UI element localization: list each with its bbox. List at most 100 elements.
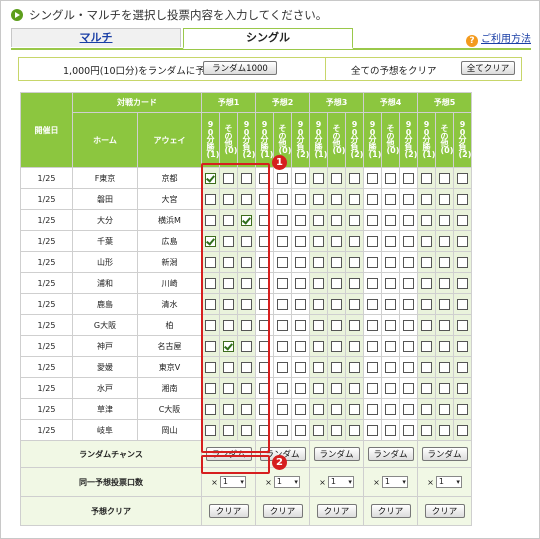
checkbox[interactable] bbox=[403, 361, 414, 373]
checkbox[interactable] bbox=[367, 172, 378, 184]
random-button[interactable]: ランダム bbox=[421, 447, 468, 461]
checkbox[interactable] bbox=[313, 277, 324, 289]
tab-single[interactable]: シングル bbox=[183, 28, 353, 49]
checkbox[interactable] bbox=[295, 403, 306, 415]
checkbox[interactable] bbox=[385, 403, 396, 415]
checkbox[interactable] bbox=[277, 340, 288, 352]
checkbox[interactable] bbox=[367, 214, 378, 226]
checkbox[interactable] bbox=[385, 172, 396, 184]
units-select[interactable]: 1 bbox=[381, 476, 408, 488]
checkbox[interactable] bbox=[439, 382, 450, 394]
checkbox[interactable] bbox=[457, 319, 468, 331]
checkbox[interactable] bbox=[403, 403, 414, 415]
checkbox[interactable] bbox=[421, 319, 432, 331]
help-link[interactable]: ? ご利用方法 bbox=[466, 30, 531, 47]
checkbox[interactable] bbox=[349, 256, 360, 268]
checkbox[interactable] bbox=[295, 424, 306, 436]
checkbox[interactable] bbox=[295, 172, 306, 184]
clear-button[interactable]: クリア bbox=[208, 504, 249, 518]
checkbox[interactable] bbox=[313, 382, 324, 394]
checkbox[interactable] bbox=[331, 277, 342, 289]
clear-button[interactable]: クリア bbox=[316, 504, 357, 518]
checkbox[interactable] bbox=[331, 424, 342, 436]
checkbox[interactable] bbox=[367, 193, 378, 205]
checkbox[interactable] bbox=[367, 424, 378, 436]
random-button[interactable]: ランダム bbox=[367, 447, 414, 461]
checkbox[interactable] bbox=[457, 424, 468, 436]
checkbox[interactable] bbox=[457, 298, 468, 310]
clear-button[interactable]: クリア bbox=[370, 504, 411, 518]
checkbox[interactable] bbox=[403, 319, 414, 331]
checkbox[interactable] bbox=[295, 214, 306, 226]
checkbox[interactable] bbox=[277, 193, 288, 205]
checkbox[interactable] bbox=[349, 235, 360, 247]
checkbox[interactable] bbox=[331, 382, 342, 394]
checkbox[interactable] bbox=[367, 277, 378, 289]
clear-all-button[interactable]: 全てクリア bbox=[461, 61, 515, 75]
checkbox[interactable] bbox=[349, 277, 360, 289]
checkbox[interactable] bbox=[457, 172, 468, 184]
checkbox[interactable] bbox=[313, 403, 324, 415]
checkbox[interactable] bbox=[349, 424, 360, 436]
checkbox[interactable] bbox=[421, 214, 432, 226]
checkbox[interactable] bbox=[439, 319, 450, 331]
checkbox[interactable] bbox=[439, 361, 450, 373]
checkbox[interactable] bbox=[367, 235, 378, 247]
checkbox[interactable] bbox=[421, 235, 432, 247]
checkbox[interactable] bbox=[313, 214, 324, 226]
checkbox[interactable] bbox=[457, 382, 468, 394]
checkbox[interactable] bbox=[295, 235, 306, 247]
tab-multi[interactable]: マルチ bbox=[11, 28, 181, 47]
checkbox[interactable] bbox=[439, 424, 450, 436]
checkbox[interactable] bbox=[457, 403, 468, 415]
checkbox[interactable] bbox=[277, 319, 288, 331]
checkbox[interactable] bbox=[331, 235, 342, 247]
checkbox[interactable] bbox=[439, 235, 450, 247]
checkbox[interactable] bbox=[349, 361, 360, 373]
checkbox[interactable] bbox=[367, 382, 378, 394]
checkbox[interactable] bbox=[439, 340, 450, 352]
checkbox[interactable] bbox=[367, 340, 378, 352]
checkbox[interactable] bbox=[313, 298, 324, 310]
checkbox[interactable] bbox=[457, 277, 468, 289]
tab-multi-label[interactable]: マルチ bbox=[80, 31, 113, 44]
checkbox[interactable] bbox=[367, 298, 378, 310]
checkbox[interactable] bbox=[421, 277, 432, 289]
checkbox[interactable] bbox=[277, 298, 288, 310]
checkbox[interactable] bbox=[457, 361, 468, 373]
checkbox[interactable] bbox=[313, 256, 324, 268]
checkbox[interactable] bbox=[457, 256, 468, 268]
checkbox[interactable] bbox=[277, 172, 288, 184]
checkbox[interactable] bbox=[385, 193, 396, 205]
checkbox[interactable] bbox=[313, 340, 324, 352]
checkbox[interactable] bbox=[349, 340, 360, 352]
checkbox[interactable] bbox=[457, 214, 468, 226]
checkbox[interactable] bbox=[385, 256, 396, 268]
checkbox[interactable] bbox=[331, 214, 342, 226]
checkbox[interactable] bbox=[403, 193, 414, 205]
checkbox[interactable] bbox=[421, 382, 432, 394]
checkbox[interactable] bbox=[277, 382, 288, 394]
checkbox[interactable] bbox=[367, 256, 378, 268]
checkbox[interactable] bbox=[439, 277, 450, 289]
checkbox[interactable] bbox=[313, 172, 324, 184]
checkbox[interactable] bbox=[457, 235, 468, 247]
checkbox[interactable] bbox=[349, 214, 360, 226]
clear-button[interactable]: クリア bbox=[424, 504, 465, 518]
units-select[interactable]: 1 bbox=[327, 476, 354, 488]
checkbox[interactable] bbox=[403, 214, 414, 226]
checkbox[interactable] bbox=[331, 340, 342, 352]
checkbox[interactable] bbox=[349, 172, 360, 184]
checkbox[interactable] bbox=[313, 319, 324, 331]
checkbox[interactable] bbox=[421, 340, 432, 352]
checkbox[interactable] bbox=[331, 361, 342, 373]
checkbox[interactable] bbox=[277, 214, 288, 226]
checkbox[interactable] bbox=[439, 256, 450, 268]
checkbox[interactable] bbox=[367, 361, 378, 373]
checkbox[interactable] bbox=[349, 382, 360, 394]
random-1000-button[interactable]: ランダム1000 bbox=[203, 61, 277, 75]
checkbox[interactable] bbox=[439, 403, 450, 415]
checkbox[interactable] bbox=[295, 382, 306, 394]
checkbox[interactable] bbox=[313, 424, 324, 436]
checkbox[interactable] bbox=[439, 193, 450, 205]
